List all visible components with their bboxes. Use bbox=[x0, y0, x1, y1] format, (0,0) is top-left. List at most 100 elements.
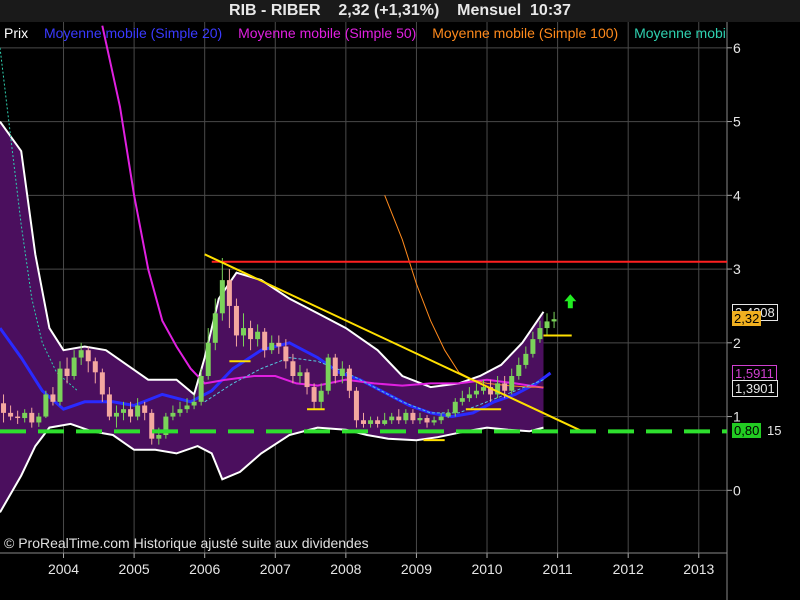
candle bbox=[163, 412, 169, 439]
y-tick-label: 4 bbox=[733, 187, 741, 203]
candle-body bbox=[64, 368, 70, 376]
candle-body bbox=[233, 305, 239, 336]
candle-body bbox=[368, 420, 374, 424]
candle-body bbox=[523, 353, 529, 365]
chart-title: RIB - RIBER 2,32 (+1,31%) Mensuel 10:37 bbox=[0, 0, 800, 22]
y-tick-label: 1 bbox=[733, 409, 741, 425]
candle-body bbox=[459, 398, 465, 402]
candle-body bbox=[290, 361, 296, 376]
legend-ma50: Moyenne mobile (Simple 50) bbox=[238, 25, 417, 41]
y-tick-label: 6 bbox=[733, 40, 741, 56]
candle-body bbox=[156, 435, 162, 439]
candle-body bbox=[403, 412, 409, 421]
candle-body bbox=[346, 368, 352, 391]
candle-body bbox=[262, 331, 268, 351]
legend-ma200: Moyenne mobile (Simple 200) bbox=[634, 25, 727, 41]
candle-body bbox=[530, 339, 536, 354]
candle-body bbox=[466, 394, 472, 399]
legend: Prix Moyenne mobile (Simple 20) Moyenne … bbox=[4, 24, 727, 42]
candle-body bbox=[8, 412, 14, 417]
ma50-value-label: 1,3901 bbox=[732, 379, 778, 397]
y-tick-label: 0 bbox=[733, 482, 741, 498]
y-tick-label: 3 bbox=[733, 261, 741, 277]
candle-body bbox=[544, 321, 550, 329]
candle-body bbox=[325, 357, 331, 391]
legend-ma100: Moyenne mobile (Simple 100) bbox=[432, 25, 619, 41]
x-tick-label: 2011 bbox=[543, 561, 573, 577]
candle-body bbox=[255, 331, 261, 340]
candle-body bbox=[339, 368, 345, 376]
candle-body bbox=[57, 368, 63, 402]
candle-body bbox=[184, 405, 190, 410]
candle-body bbox=[43, 394, 49, 417]
candle-body bbox=[551, 319, 557, 322]
candle-body bbox=[375, 420, 381, 424]
candle-body bbox=[50, 394, 56, 402]
candle-body bbox=[170, 412, 176, 417]
x-tick-label: 2012 bbox=[613, 561, 644, 577]
candle-body bbox=[424, 418, 430, 423]
x-tick-label: 2007 bbox=[260, 561, 291, 577]
candle-body bbox=[92, 361, 98, 373]
candle-body bbox=[269, 342, 275, 351]
candle-body bbox=[248, 328, 254, 340]
candle-body bbox=[99, 372, 105, 395]
candle-body bbox=[516, 364, 522, 376]
candle-body bbox=[1, 403, 7, 413]
candle-body bbox=[29, 412, 35, 423]
candle-body bbox=[128, 409, 134, 417]
candle-body bbox=[113, 412, 119, 417]
candle-body bbox=[78, 350, 84, 358]
candle-body bbox=[241, 328, 247, 336]
candle-body bbox=[121, 409, 127, 413]
candle-body bbox=[198, 376, 204, 402]
candle-body bbox=[135, 405, 141, 417]
candle-body bbox=[537, 328, 543, 340]
candle bbox=[43, 390, 49, 419]
candle-body bbox=[191, 401, 197, 406]
candle-body bbox=[318, 390, 324, 402]
candle-body bbox=[304, 372, 310, 388]
plot-area bbox=[0, 22, 727, 553]
candle-body bbox=[212, 313, 218, 343]
candle-body bbox=[410, 412, 416, 421]
candle-body bbox=[396, 416, 402, 421]
candle-body bbox=[353, 390, 359, 421]
candle-body bbox=[382, 420, 388, 424]
candle-body bbox=[149, 412, 155, 439]
candle-body bbox=[438, 416, 444, 421]
candle-body bbox=[71, 357, 77, 376]
candle-body bbox=[417, 418, 423, 421]
candle-body bbox=[283, 346, 289, 362]
legend-ma20: Moyenne mobile (Simple 20) bbox=[44, 25, 223, 41]
x-tick-label: 2009 bbox=[401, 561, 432, 577]
x-tick-label: 2006 bbox=[189, 561, 220, 577]
candle-body bbox=[297, 372, 303, 376]
candle-body bbox=[85, 350, 91, 362]
candle-body bbox=[509, 376, 515, 391]
x-tick-label: 2010 bbox=[471, 561, 502, 577]
candle-body bbox=[106, 394, 112, 417]
candle-body bbox=[480, 387, 486, 391]
x-tick-label: 2013 bbox=[683, 561, 714, 577]
candle-body bbox=[311, 387, 317, 402]
candle-body bbox=[219, 280, 225, 314]
y-tick-label: 2 bbox=[733, 335, 741, 351]
candle-body bbox=[276, 342, 282, 347]
copyright-note: © ProRealTime.com Historique ajusté suit… bbox=[4, 535, 369, 551]
last-price-label: 2,32 bbox=[732, 311, 762, 327]
x-tick-label: 2008 bbox=[330, 561, 361, 577]
candle-body bbox=[142, 405, 148, 413]
candle-body bbox=[36, 416, 42, 423]
x-tick-label: 2004 bbox=[48, 561, 79, 577]
candle-body bbox=[226, 280, 232, 306]
candle-body bbox=[452, 401, 458, 413]
price-chart[interactable]: 0 1 2 3 4 5 6 2004 2005 2006 2007 2008 2009 2010 2011 2… bbox=[0, 0, 800, 600]
candle-body bbox=[332, 357, 338, 376]
y-tick-label: 5 bbox=[733, 114, 741, 130]
candle-body bbox=[15, 416, 21, 419]
candle-body bbox=[389, 416, 395, 421]
candle bbox=[325, 353, 331, 395]
legend-price: Prix bbox=[4, 25, 29, 41]
support-suffix-label: 15 bbox=[767, 423, 782, 439]
